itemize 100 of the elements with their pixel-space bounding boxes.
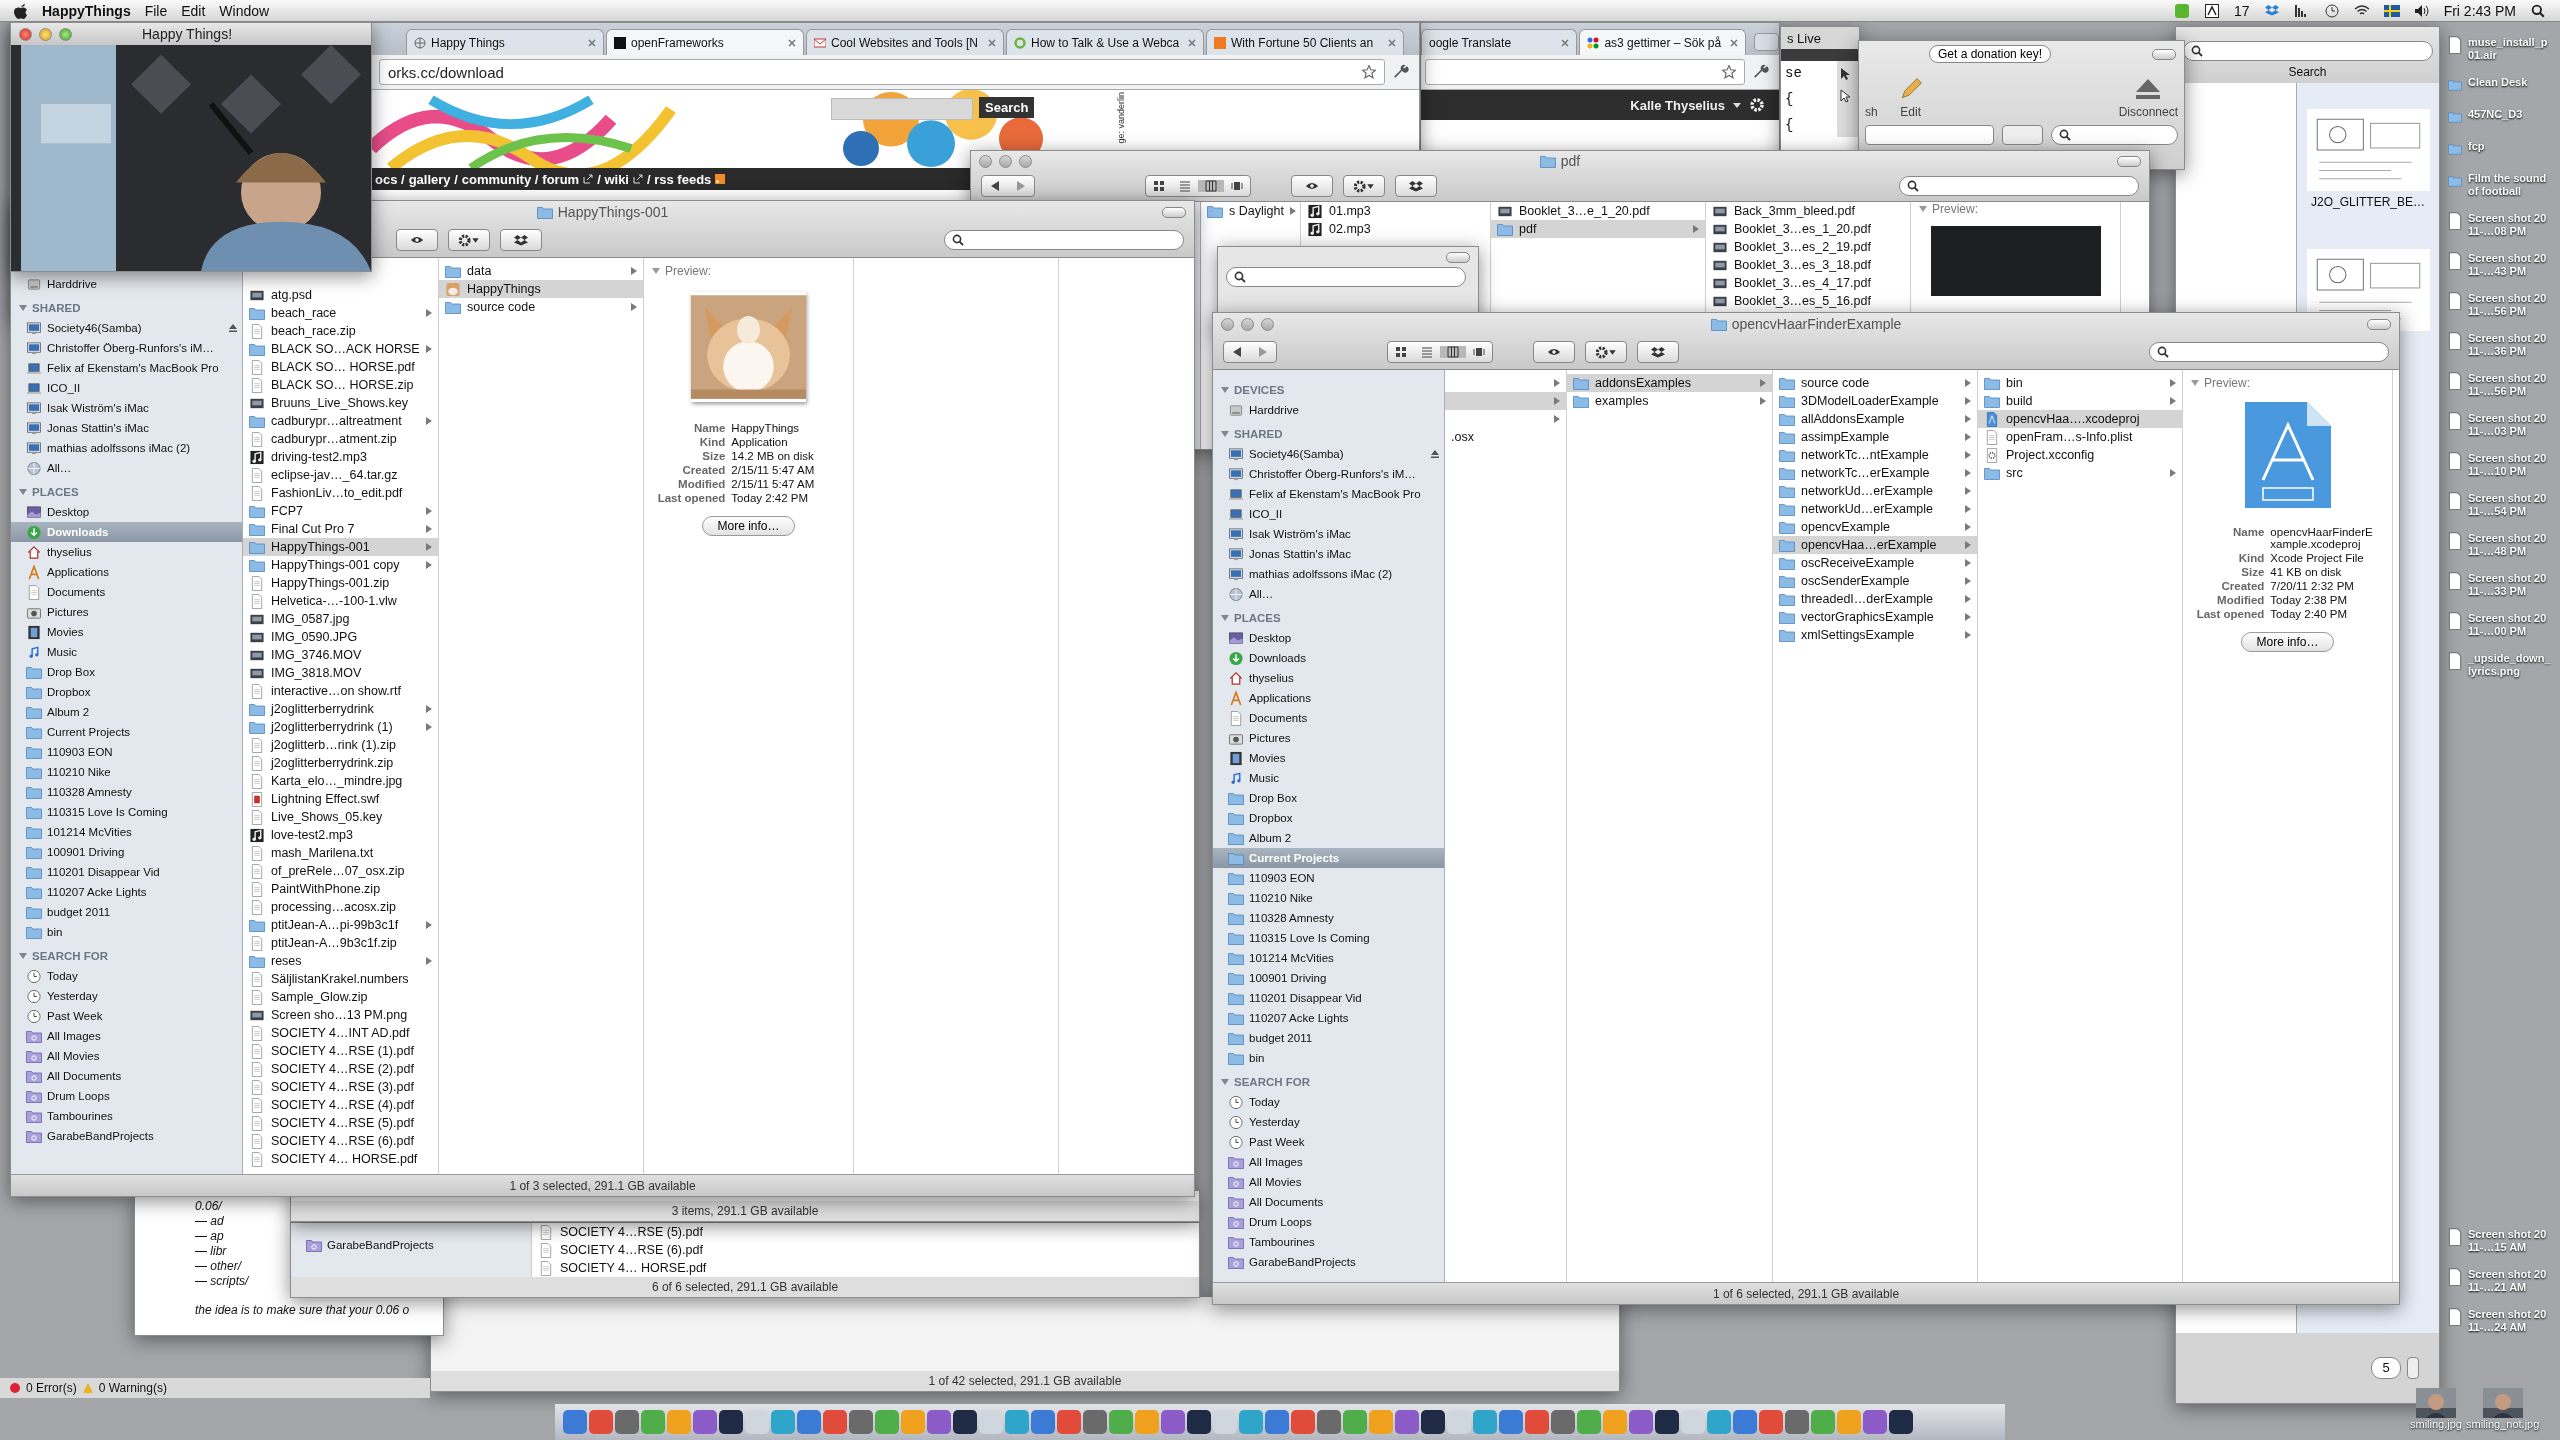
quick-look-button[interactable] (1533, 341, 1575, 363)
disclosure-arrow-icon[interactable] (1965, 451, 1971, 459)
file-row[interactable]: HappyThings-001 (243, 538, 438, 556)
sidebar-item[interactable]: Applications (1213, 688, 1444, 708)
sidebar-item[interactable]: Music (1213, 768, 1444, 788)
app-icon[interactable] (1655, 1410, 1679, 1434)
sidebar-item[interactable]: 110207 Acke Lights (11, 882, 242, 902)
sidebar-item[interactable]: All Documents (1213, 1192, 1444, 1212)
app-icon[interactable] (1187, 1410, 1211, 1434)
file-row[interactable]: 01.mp3 (1301, 202, 1490, 220)
action-menu-button[interactable] (448, 229, 490, 251)
sidebar-item[interactable]: ICO_II (1213, 504, 1444, 524)
disclosure-arrow-icon[interactable] (1289, 207, 1296, 215)
toolbar-toggle-button[interactable] (1446, 251, 1470, 263)
file-row[interactable]: SOCIETY 4…RSE (2).pdf (243, 1060, 438, 1078)
file-row[interactable]: data (439, 262, 643, 280)
toolbar-toggle-button[interactable] (2117, 155, 2141, 167)
file-row[interactable]: Sample_Glow.zip (243, 988, 438, 1006)
file-row[interactable]: build (1978, 392, 2182, 410)
disclosure-triangle-icon[interactable] (1221, 615, 1229, 621)
toolbar-toggle-button[interactable] (2367, 318, 2391, 330)
search-field[interactable] (2050, 125, 2178, 145)
volume-icon[interactable] (2413, 3, 2430, 18)
sidebar-item[interactable]: Album 2 (11, 702, 242, 722)
disclosure-arrow-icon[interactable] (1965, 613, 1971, 621)
pointer-icon[interactable] (1840, 67, 1852, 81)
menu-item[interactable]: Edit (181, 2, 206, 19)
disclosure-triangle-icon[interactable] (1221, 387, 1229, 393)
dropbox-button[interactable] (500, 229, 542, 251)
sidebar-item[interactable]: mathias adolfssons iMac (2) (1213, 564, 1444, 584)
sidebar-item[interactable]: Pictures (11, 602, 242, 622)
disclosure-arrow-icon[interactable] (426, 525, 432, 533)
document-icon[interactable] (2448, 1228, 2462, 1246)
document-icon[interactable] (2448, 36, 2462, 54)
sidebar-item[interactable]: 100901 Driving (1213, 968, 1444, 988)
stepper[interactable] (2407, 1357, 2419, 1379)
file-row[interactable]: Karta_elo…_mindre.jpg (243, 772, 438, 790)
sidebar-item[interactable]: Pictures (1213, 728, 1444, 748)
app-menu[interactable]: HappyThings (42, 2, 131, 19)
sidebar-item[interactable]: Past Week (1213, 1132, 1444, 1152)
caret-icon[interactable] (1733, 102, 1741, 108)
apple-menu-icon[interactable] (14, 2, 28, 19)
file-row[interactable]: FashionLiv…to_edit.pdf (243, 484, 438, 502)
disclosure-triangle-icon[interactable] (1919, 206, 1927, 212)
file-row[interactable]: src (1978, 464, 2182, 482)
disconnect-button[interactable]: Disconnect (2118, 105, 2178, 119)
document-icon[interactable] (2448, 572, 2462, 590)
disclosure-arrow-icon[interactable] (631, 303, 637, 311)
file-row[interactable]: HappyThings-001.zip (243, 574, 438, 592)
page-field[interactable]: 5 (2371, 1357, 2401, 1379)
sidebar-item[interactable]: 110903 EON (11, 742, 242, 762)
disclosure-arrow-icon[interactable] (1760, 397, 1766, 405)
sidebar-item[interactable]: Current Projects (11, 722, 242, 742)
disclosure-arrow-icon[interactable] (1554, 379, 1560, 387)
nav-link[interactable]: gallery / (408, 171, 458, 187)
file-row[interactable]: SäljlistanKrakel.numbers (243, 970, 438, 988)
sidebar-item[interactable]: thyselius (1213, 668, 1444, 688)
sidebar-item[interactable]: All Documents (11, 1066, 242, 1086)
sidebar-item[interactable]: Yesterday (1213, 1112, 1444, 1132)
file-row[interactable]: reses (243, 952, 438, 970)
eject-icon[interactable] (228, 323, 238, 333)
sidebar-item[interactable]: 101214 McVities (11, 822, 242, 842)
document-icon[interactable] (2448, 372, 2462, 390)
file-row[interactable]: .osx (1445, 428, 1566, 446)
sidebar-item[interactable]: Applications (11, 562, 242, 582)
sidebar-item[interactable]: budget 2011 (11, 902, 242, 922)
file-row[interactable]: 3DModelLoaderExample (1773, 392, 1977, 410)
sidebar-item[interactable]: 110328 Amnesty (11, 782, 242, 802)
search-field[interactable] (831, 98, 973, 120)
disclosure-arrow-icon[interactable] (1965, 559, 1971, 567)
file-row[interactable]: s Daylight (1201, 202, 1300, 220)
sidebar-item[interactable]: Desktop (11, 502, 242, 522)
sidebar-item[interactable]: Desktop (1213, 628, 1444, 648)
sidebar-item[interactable]: Documents (1213, 708, 1444, 728)
action-menu-button[interactable] (1343, 175, 1385, 197)
sidebar-item[interactable]: ICO_II (11, 378, 242, 398)
file-row[interactable]: j2oglitterberrydrink.zip (243, 754, 438, 772)
file-row[interactable]: allAddonsExample (1773, 410, 1977, 428)
file-row[interactable]: oscReceiveExample (1773, 554, 1977, 572)
document-icon[interactable] (2448, 1308, 2462, 1326)
disclosure-triangle-icon[interactable] (19, 953, 27, 959)
file-row[interactable]: ptitJean-A…9b3c1f.zip (243, 934, 438, 952)
sidebar-item[interactable]: mathias adolfssons iMac (2) (11, 438, 242, 458)
disclosure-arrow-icon[interactable] (426, 309, 432, 317)
file-row[interactable]: networkTc…ntExample (1773, 446, 1977, 464)
file-row[interactable]: IMG_3818.MOV (243, 664, 438, 682)
file-row[interactable]: networkUd…erExample (1773, 500, 1977, 518)
file-row[interactable]: Final Cut Pro 7 (243, 520, 438, 538)
minimize-button[interactable] (999, 154, 1012, 168)
file-row[interactable]: Back_3mm_bleed.pdf (1706, 202, 1910, 220)
zoom-button[interactable] (1019, 154, 1032, 168)
sidebar-item[interactable]: GarabeBandProjects (11, 1126, 242, 1146)
disclosure-arrow-icon[interactable] (1965, 487, 1971, 495)
file-row[interactable]: cadburypr…altreatment (243, 412, 438, 430)
sidebar-item[interactable]: Today (11, 966, 242, 986)
file-row[interactable]: IMG_0587.jpg (243, 610, 438, 628)
file-row[interactable]: processing…acosx.zip (243, 898, 438, 916)
wrench-icon[interactable] (1393, 64, 1409, 80)
sidebar-item[interactable]: Movies (11, 622, 242, 642)
nav-link[interactable]: community / (461, 171, 539, 187)
